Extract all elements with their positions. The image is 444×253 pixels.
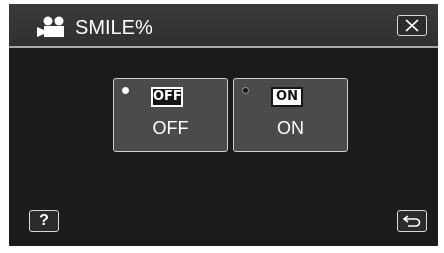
header-divider [9,46,438,48]
menu-header: SMILE% [9,4,438,46]
off-badge-icon: OFF [151,87,183,107]
option-off-label: OFF [152,118,189,138]
close-button[interactable] [397,15,427,36]
back-button[interactable] [397,210,427,232]
close-icon [405,19,419,32]
option-on-label: ON [277,118,304,138]
video-camera-icon [37,16,64,37]
option-on-button[interactable]: ON ON [233,78,348,152]
help-button[interactable]: ? [29,210,59,232]
back-arrow-icon [403,215,421,227]
radio-indicator-on [242,87,249,94]
camera-menu-screen: SMILE% OFF OFF ON ON ? [9,4,438,246]
page-title: SMILE% [75,17,153,39]
option-off-button[interactable]: OFF OFF [113,78,228,152]
on-badge-icon: ON [271,87,303,107]
radio-indicator-off [122,87,129,94]
